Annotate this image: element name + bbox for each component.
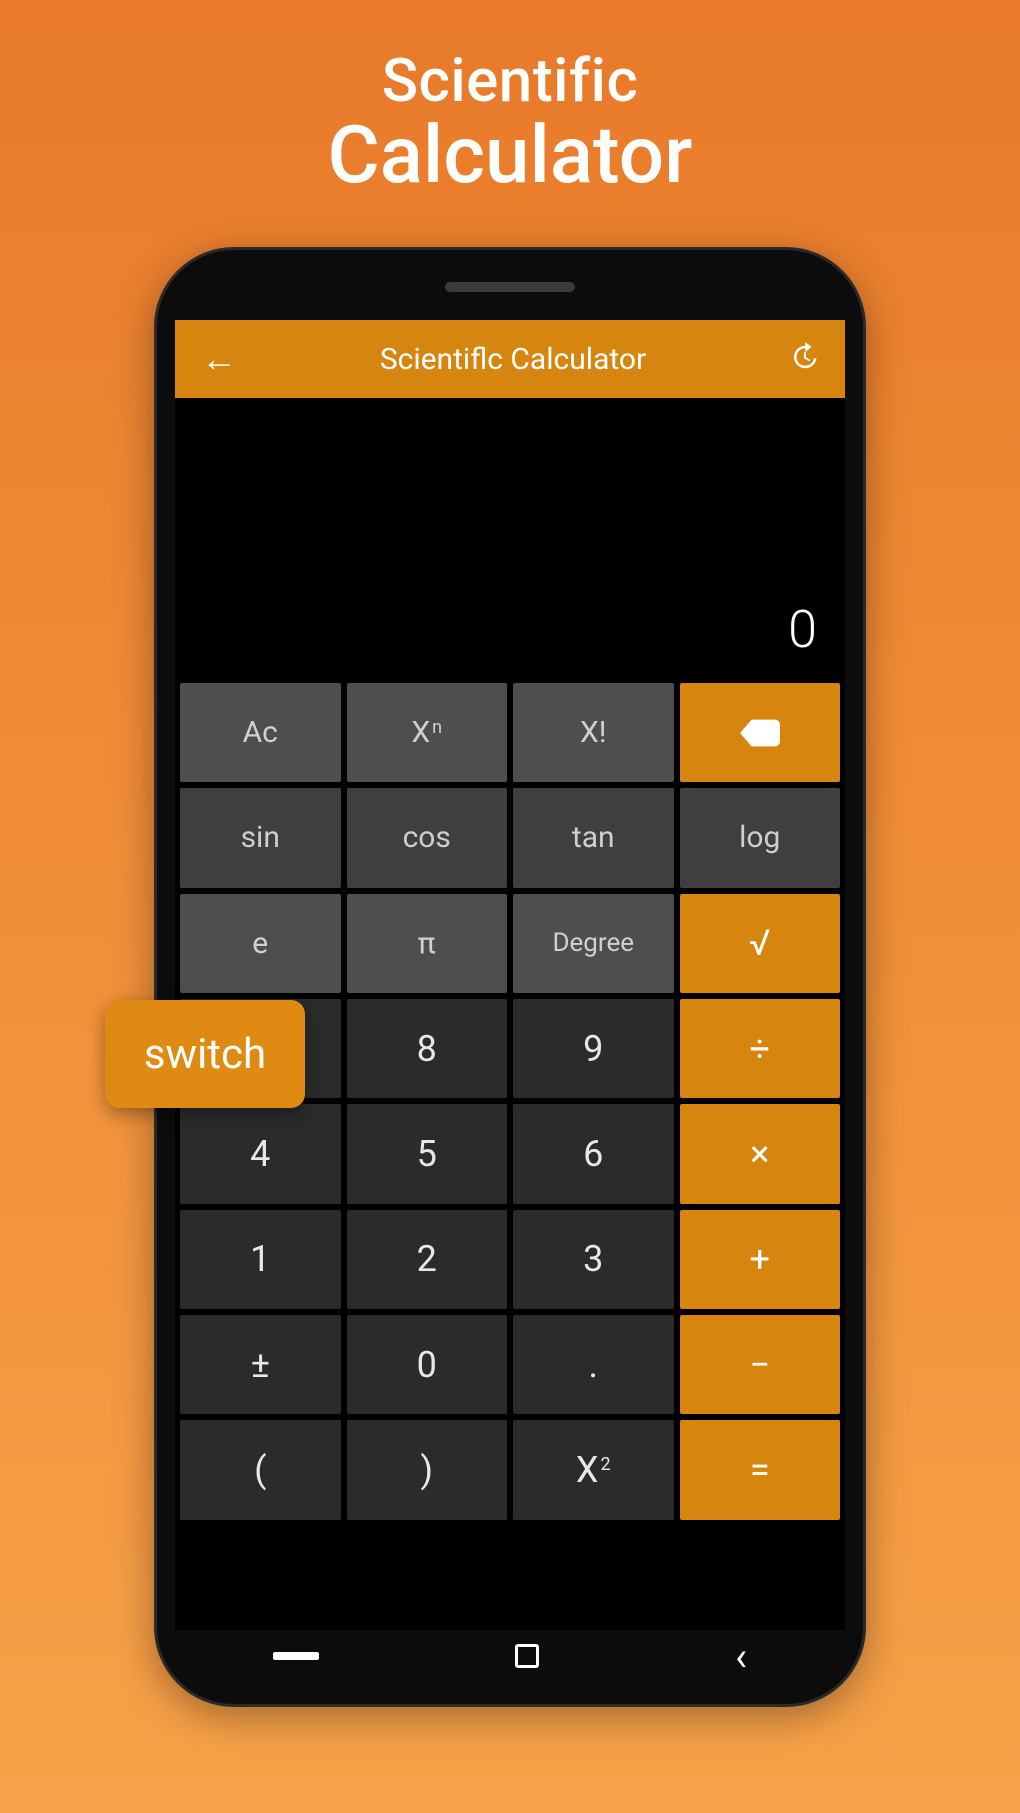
phone-speaker — [445, 282, 575, 292]
key-xsquared[interactable]: X2 — [513, 1420, 674, 1519]
app-screen: ← Scientiflc Calculator 0 Ac Xn X! sin c… — [175, 320, 845, 1630]
key-tan[interactable]: tan — [513, 788, 674, 887]
key-divide[interactable]: ÷ — [680, 999, 841, 1098]
keypad: Ac Xn X! sin cos tan log e π Degree √ 7 … — [175, 678, 845, 1630]
key-subtract[interactable]: − — [680, 1315, 841, 1414]
key-rparen[interactable]: ) — [347, 1420, 508, 1519]
phone-frame: ← Scientiflc Calculator 0 Ac Xn X! sin c… — [154, 247, 866, 1707]
promo-line2: Calculator — [328, 108, 693, 202]
key-add[interactable]: + — [680, 1210, 841, 1309]
android-navbar: ‹ — [175, 1628, 845, 1684]
key-2[interactable]: 2 — [347, 1210, 508, 1309]
key-e[interactable]: e — [180, 894, 341, 993]
back-arrow-icon[interactable]: ← — [201, 338, 237, 380]
key-factorial[interactable]: X! — [513, 683, 674, 782]
app-title: Scientiflc Calculator — [237, 342, 789, 377]
history-icon[interactable] — [789, 342, 819, 376]
nav-recent-icon[interactable] — [273, 1652, 319, 1660]
key-dot[interactable]: . — [513, 1315, 674, 1414]
nav-back-icon[interactable]: ‹ — [735, 1633, 747, 1680]
backspace-icon — [740, 717, 780, 749]
key-multiply[interactable]: × — [680, 1104, 841, 1203]
key-5[interactable]: 5 — [347, 1104, 508, 1203]
key-backspace[interactable] — [680, 683, 841, 782]
app-header: ← Scientiflc Calculator — [175, 320, 845, 398]
key-lparen[interactable]: ( — [180, 1420, 341, 1519]
key-equals[interactable]: = — [680, 1420, 841, 1519]
key-3[interactable]: 3 — [513, 1210, 674, 1309]
key-pi[interactable]: π — [347, 894, 508, 993]
key-sin[interactable]: sin — [180, 788, 341, 887]
key-4[interactable]: 4 — [180, 1104, 341, 1203]
key-cos[interactable]: cos — [347, 788, 508, 887]
key-xn[interactable]: Xn — [347, 683, 508, 782]
nav-home-icon[interactable] — [515, 1644, 539, 1668]
switch-callout: switch — [105, 1000, 305, 1108]
key-plusminus[interactable]: ± — [180, 1315, 341, 1414]
calculator-display: 0 — [175, 398, 845, 678]
key-log[interactable]: log — [680, 788, 841, 887]
promo-line1: Scientific — [328, 45, 693, 116]
key-1[interactable]: 1 — [180, 1210, 341, 1309]
key-9[interactable]: 9 — [513, 999, 674, 1098]
key-ac[interactable]: Ac — [180, 683, 341, 782]
key-0[interactable]: 0 — [347, 1315, 508, 1414]
key-8[interactable]: 8 — [347, 999, 508, 1098]
key-degree[interactable]: Degree — [513, 894, 674, 993]
key-sqrt[interactable]: √ — [680, 894, 841, 993]
promo-title: Scientific Calculator — [328, 45, 693, 202]
display-value: 0 — [788, 599, 817, 660]
key-6[interactable]: 6 — [513, 1104, 674, 1203]
